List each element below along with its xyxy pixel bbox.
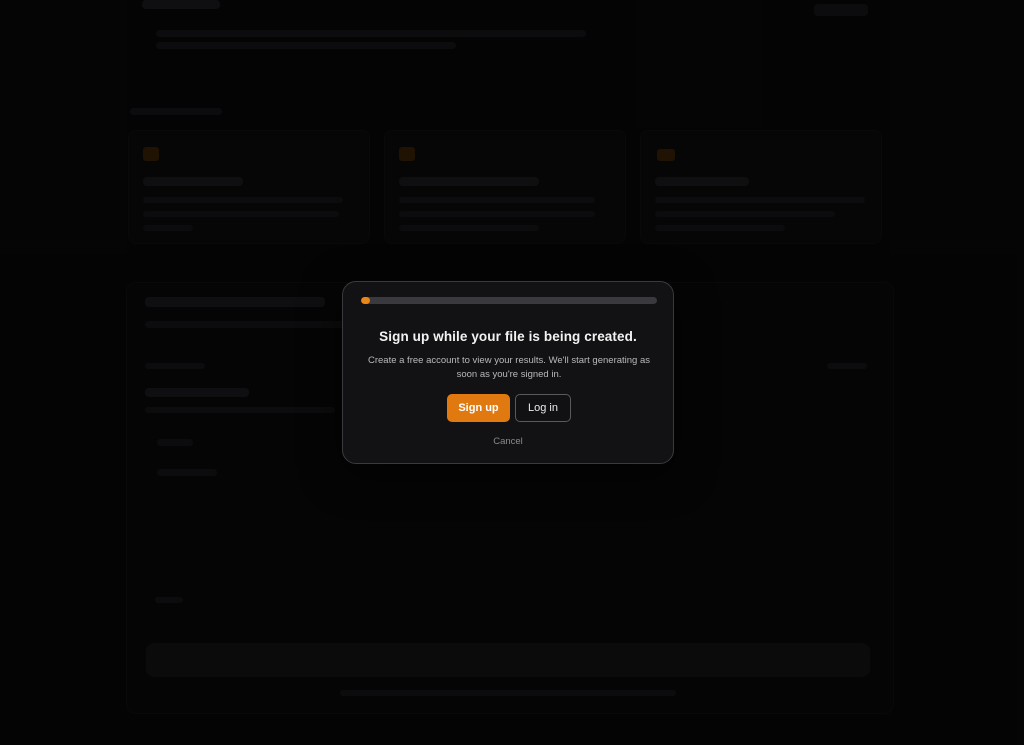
modal-description: Create a free account to view your resul… — [367, 355, 651, 380]
modal-title: Sign up while your file is being created… — [379, 329, 637, 344]
progress-bar-fill — [361, 297, 370, 304]
progress-bar — [361, 297, 657, 304]
log-in-button[interactable]: Log in — [515, 394, 571, 422]
sign-up-button[interactable]: Sign up — [447, 394, 510, 422]
page: Sign up while your file is being created… — [0, 0, 1024, 745]
signup-modal: Sign up while your file is being created… — [342, 281, 674, 464]
cancel-link[interactable]: Cancel — [343, 436, 673, 447]
